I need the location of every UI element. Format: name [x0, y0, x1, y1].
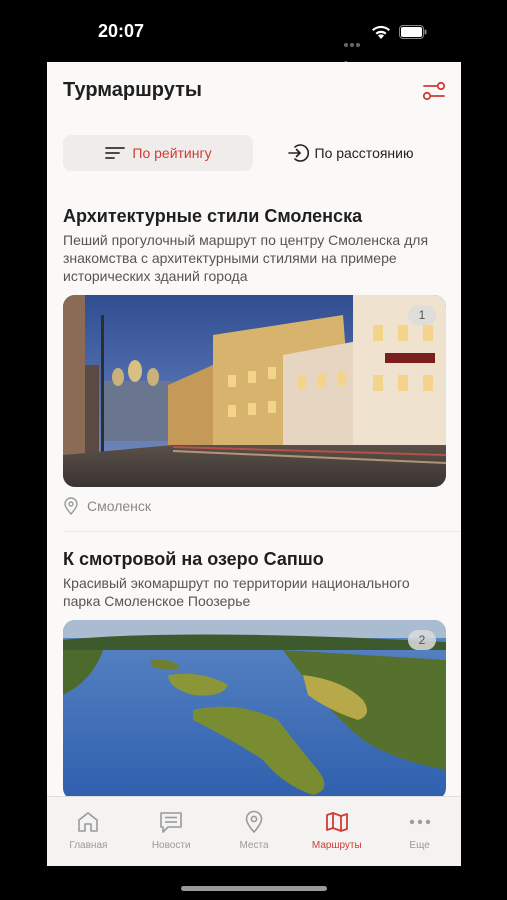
filter-settings-icon[interactable]	[421, 78, 447, 104]
route-photo: 2	[63, 620, 446, 800]
route-title: К смотровой на озеро Сапшо	[63, 549, 324, 569]
sort-by-distance-button[interactable]: По расстоянию	[255, 135, 445, 171]
tab-bar: Главная Новости Места Маршруты Еще	[47, 796, 461, 866]
tab-more[interactable]: Еще	[378, 797, 461, 866]
tab-label: Места	[239, 840, 269, 851]
route-rank-badge: 2	[408, 630, 436, 650]
enter-arrow-icon	[287, 144, 309, 162]
tab-places[interactable]: Места	[213, 797, 296, 866]
route-photo: 1	[63, 295, 446, 487]
home-icon	[78, 812, 99, 832]
route-location: Смоленск	[63, 497, 446, 515]
tab-news[interactable]: Новости	[130, 797, 213, 866]
tab-label: Еще	[409, 840, 430, 851]
battery-icon	[399, 25, 427, 39]
tab-label: Новости	[151, 840, 191, 851]
tab-routes[interactable]: Маршруты	[295, 797, 378, 866]
smolensk-street-photo	[63, 295, 446, 487]
sort-by-distance-label: По расстоянию	[314, 145, 414, 161]
status-bar: 20:07	[47, 0, 461, 65]
tab-label: Главная	[69, 840, 108, 851]
app-header: Турмаршруты	[47, 62, 461, 122]
route-description: Пеший прогулочный маршрут по центру Смол…	[63, 232, 429, 284]
divider	[63, 531, 461, 532]
page-title: Турмаршруты	[63, 79, 203, 101]
home-indicator-area	[47, 866, 461, 900]
signal-icon	[344, 34, 366, 65]
sort-control: По рейтингу По расстоянию	[63, 135, 445, 171]
home-indicator[interactable]	[181, 886, 327, 891]
tab-home[interactable]: Главная	[47, 797, 130, 866]
more-icon	[409, 819, 430, 825]
sort-by-rating-label: По рейтингу	[132, 145, 212, 161]
route-description: Красивый экомаршрут по территории национ…	[63, 575, 410, 609]
route-title: Архитектурные стили Смоленска	[63, 206, 363, 226]
app-screen: 20:07 Турмаршруты По рейтингу По расстоя…	[47, 0, 461, 900]
tab-label: Маршруты	[311, 840, 362, 851]
route-rank-badge: 1	[408, 305, 436, 325]
lake-aerial-photo	[63, 620, 446, 800]
route-card[interactable]: Архитектурные стили Смоленска Пеший прог…	[63, 205, 446, 515]
status-time: 20:07	[98, 21, 145, 41]
sort-icon	[105, 147, 126, 159]
news-icon	[160, 812, 182, 833]
route-card[interactable]: К смотровой на озеро Сапшо Красивый эком…	[63, 548, 446, 800]
map-icon	[325, 812, 348, 832]
wifi-icon	[372, 25, 390, 39]
location-pin-icon	[64, 497, 78, 515]
sort-by-rating-button[interactable]: По рейтингу	[63, 135, 253, 171]
route-location-label: Смоленск	[87, 498, 152, 514]
map-pin-icon	[245, 810, 263, 834]
